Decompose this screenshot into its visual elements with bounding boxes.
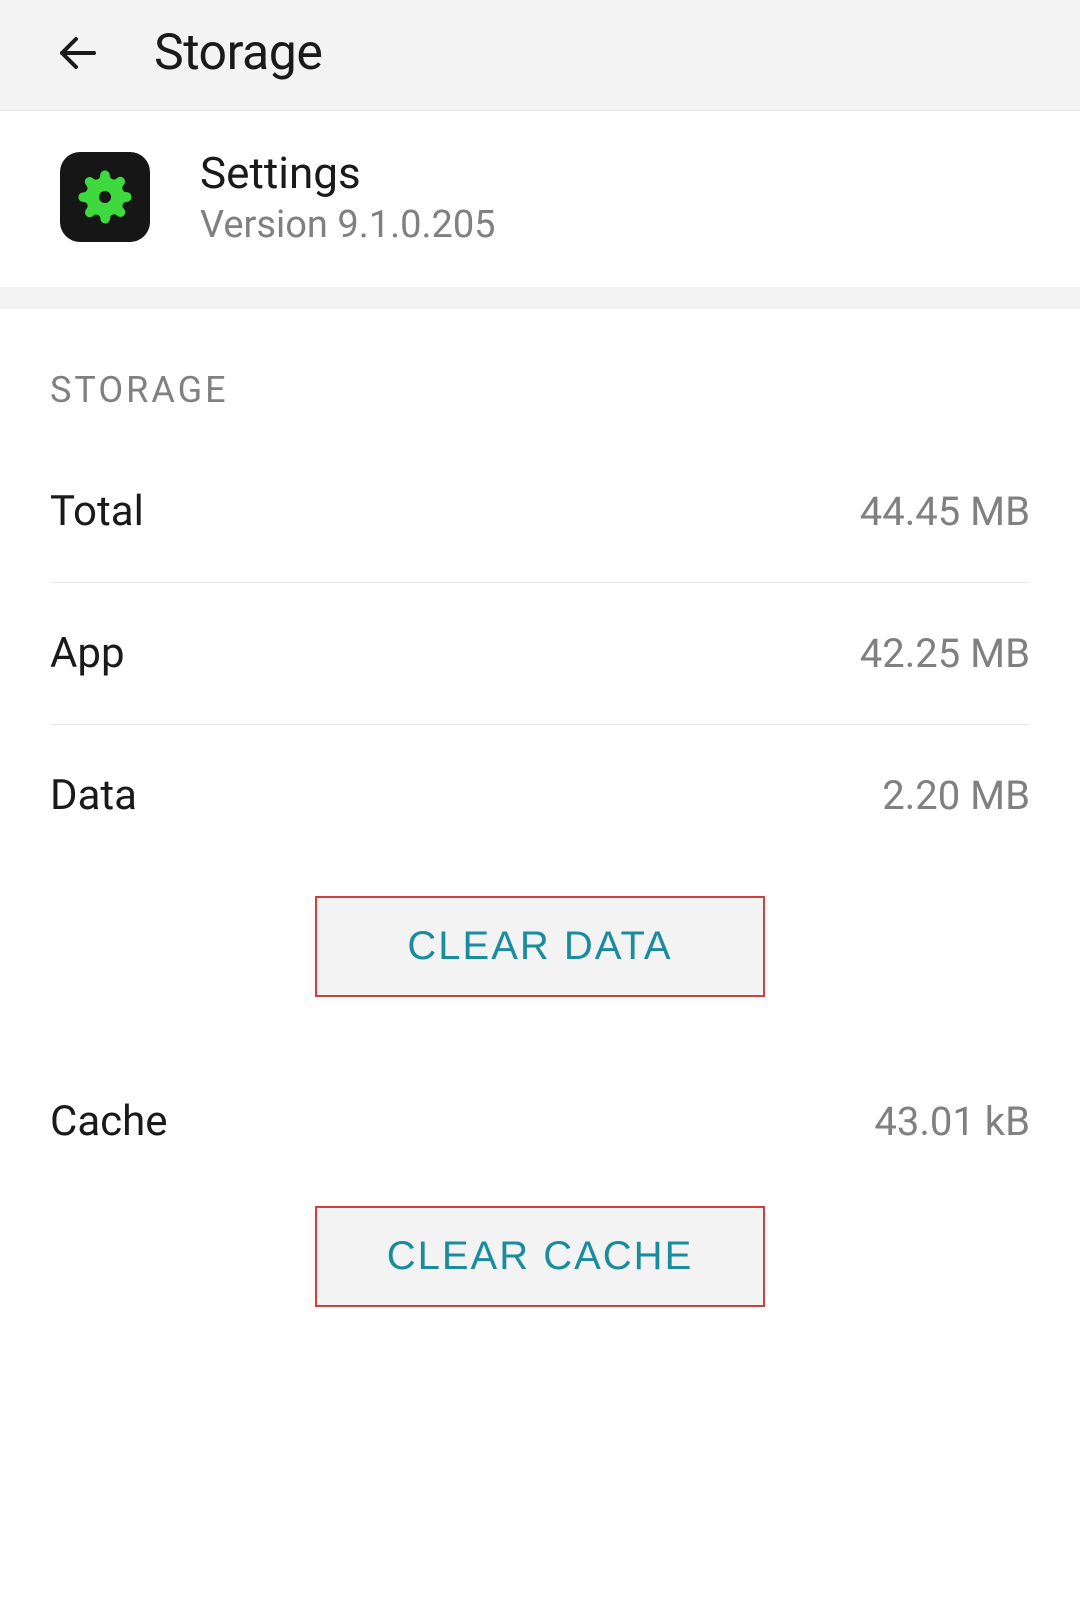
header-bar: Storage: [0, 0, 1080, 111]
clear-cache-button[interactable]: CLEAR CACHE: [315, 1206, 765, 1307]
storage-label: App: [50, 629, 125, 678]
storage-value: 44.45 MB: [860, 488, 1030, 535]
storage-row-data: Data 2.20 MB: [50, 725, 1030, 866]
clear-data-button[interactable]: CLEAR DATA: [315, 896, 765, 997]
clear-cache-wrap: CLEAR CACHE: [50, 1176, 1030, 1367]
app-version: Version 9.1.0.205: [200, 203, 496, 247]
arrow-left-icon: [54, 29, 102, 77]
storage-label: Cache: [50, 1097, 168, 1146]
section-divider: [0, 287, 1080, 309]
storage-row-cache: Cache 43.01 kB: [50, 1057, 1030, 1176]
storage-section: STORAGE Total 44.45 MB App 42.25 MB Data…: [0, 309, 1080, 1387]
section-header: STORAGE: [50, 369, 1030, 411]
storage-label: Total: [50, 487, 144, 536]
app-name: Settings: [200, 147, 496, 199]
storage-row-app: App 42.25 MB: [50, 583, 1030, 725]
storage-value: 43.01 kB: [874, 1098, 1030, 1145]
app-icon: [60, 152, 150, 242]
storage-value: 2.20 MB: [882, 772, 1030, 819]
storage-label: Data: [50, 771, 137, 820]
app-info-section: Settings Version 9.1.0.205: [0, 111, 1080, 287]
app-details: Settings Version 9.1.0.205: [200, 147, 496, 247]
clear-data-wrap: CLEAR DATA: [50, 866, 1030, 1057]
storage-row-total: Total 44.45 MB: [50, 441, 1030, 583]
storage-value: 42.25 MB: [860, 630, 1030, 677]
gear-icon: [76, 168, 134, 226]
page-title: Storage: [154, 24, 322, 82]
back-button[interactable]: [50, 25, 106, 81]
